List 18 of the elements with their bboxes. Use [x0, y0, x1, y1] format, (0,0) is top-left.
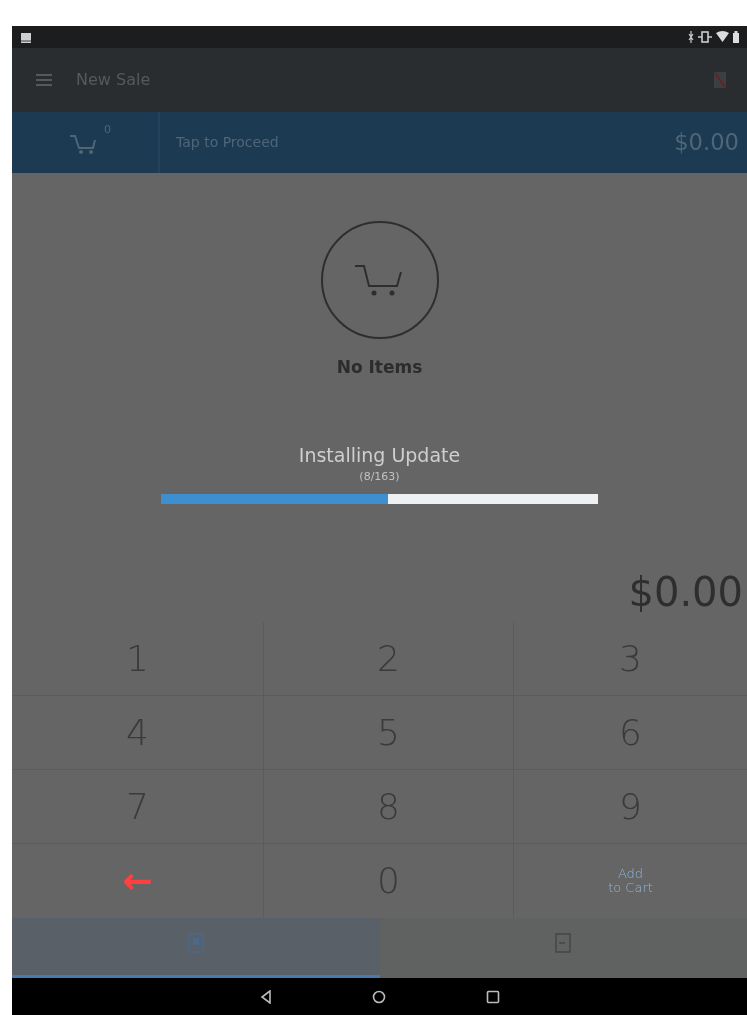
list-icon — [555, 933, 572, 953]
battery-icon — [733, 31, 739, 43]
empty-cart-icon — [320, 221, 439, 339]
bluetooth-icon — [688, 31, 694, 43]
home-icon[interactable] — [371, 989, 386, 1004]
back-icon[interactable] — [259, 989, 272, 1004]
amount-display: $0.00 — [627, 568, 744, 617]
no-sim-icon[interactable] — [713, 71, 727, 89]
wifi-icon — [716, 31, 729, 43]
menu-icon[interactable] — [36, 74, 52, 86]
update-progress-text: (8/163) — [359, 469, 400, 485]
add-to-cart-key[interactable]: Add to Cart — [514, 844, 747, 918]
keypad-icon — [187, 933, 204, 953]
keypad-tab[interactable] — [12, 918, 380, 978]
update-title: Installing Update — [298, 442, 461, 468]
recents-icon[interactable] — [485, 989, 500, 1004]
empty-message: No Items — [336, 356, 423, 379]
vibrate-icon — [698, 31, 712, 43]
